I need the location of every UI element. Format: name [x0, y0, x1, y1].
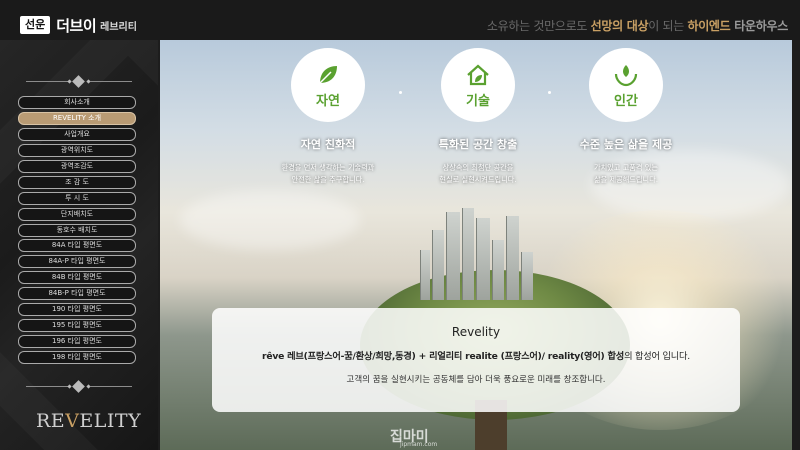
- sidebar-item-10[interactable]: 84A 타입 평면도: [18, 239, 136, 253]
- info-definition: rêve 레브(프랑스어-꿈/환상/희망,동경) + 리얼리티 realite …: [261, 351, 690, 362]
- sidebar: 회사소개 REVELITY 소개사업개요광역위치도광역조감도조 감 도투 시 도단…: [0, 40, 158, 450]
- slogan-text-2: 이 되는: [648, 19, 688, 33]
- sidebar-item-7[interactable]: 투 시 도: [18, 191, 136, 205]
- slogan-highlight-3: 타운하우스: [734, 19, 788, 33]
- feature-description: 가치있고 고품격 있는 삶을 제공해드립니다.: [593, 163, 659, 184]
- feature-circle-label: 기술: [466, 93, 490, 109]
- feature-circle: 자연: [291, 48, 365, 122]
- sidebar-menu: 회사소개 REVELITY 소개사업개요광역위치도광역조감도조 감 도투 시 도단…: [18, 96, 136, 367]
- revelity-logo: REVELITY: [36, 410, 142, 432]
- brand-subtitle: 레브리티: [100, 21, 137, 33]
- revelity-info-box: Revelity rêve 레브(프랑스어-꿈/환상/희망,동경) + 리얼리티…: [212, 308, 740, 412]
- top-bar: 선운 더브이 레브리티 소유하는 것만으로도 선망의 대상이 되는 하이엔드 타…: [0, 0, 800, 40]
- sidebar-item-17[interactable]: 198 타입 평면도: [18, 351, 136, 364]
- sidebar-item-1[interactable]: 회사소개: [18, 96, 136, 109]
- main-content: 자연 자연 친화적 환경을 먼저 생각하는 기술력과 안전한 삶을 추구합니다. …: [160, 40, 792, 450]
- feature-title: 자연 친화적: [300, 138, 356, 151]
- sidebar-item-9[interactable]: 동호수 배치도: [18, 223, 136, 237]
- feature-technology: 기술 특화된 공간 창출 상상속의 최첨단 공간을 현실로 실현시켜드립니다.: [418, 48, 538, 186]
- sidebar-item-2[interactable]: REVELITY 소개: [18, 111, 136, 125]
- sidebar-item-15[interactable]: 195 타입 평면도: [18, 319, 136, 333]
- feature-title: 특화된 공간 창출: [438, 138, 518, 151]
- info-description: 고객의 꿈을 실현시키는 공동체를 담아 더욱 풍요로운 미래를 창조합니다.: [346, 375, 606, 385]
- feature-circle-label: 인간: [614, 93, 638, 109]
- hands-leaf-icon: [614, 64, 638, 86]
- sidebar-item-5[interactable]: 광역조감도: [18, 159, 136, 173]
- ornament-divider-bottom: [26, 380, 132, 393]
- feature-description: 환경을 먼저 생각하는 기술력과 안전한 삶을 추구합니다.: [281, 163, 375, 184]
- sidebar-item-14[interactable]: 190 타입 평면도: [18, 303, 136, 317]
- sidebar-item-16[interactable]: 196 타입 평면도: [18, 335, 136, 349]
- slogan-highlight-1: 선망의 대상: [590, 19, 649, 33]
- sidebar-item-3[interactable]: 사업개요: [18, 127, 136, 141]
- watermark: 집마미 jipmam.com: [390, 429, 438, 448]
- house-leaf-icon: [467, 64, 489, 85]
- sidebar-item-8[interactable]: 단지배치도: [18, 207, 136, 221]
- brand-name: 더브이: [56, 16, 97, 35]
- feature-circle-label: 자연: [316, 93, 340, 109]
- separator-dot: [399, 91, 402, 94]
- feature-circle: 기술: [441, 48, 515, 122]
- sidebar-item-13[interactable]: 84B-P 타입 평면도: [18, 287, 136, 301]
- brand-badge: 선운: [20, 16, 51, 34]
- feature-circle: 인간: [589, 48, 663, 122]
- info-title: Revelity: [451, 325, 501, 339]
- sidebar-item-6[interactable]: 조 감 도: [18, 175, 136, 189]
- feature-title: 수준 높은 삶을 제공: [579, 138, 673, 151]
- sidebar-item-11[interactable]: 84A-P 타입 평면도: [18, 255, 136, 269]
- sidebar-item-4[interactable]: 광역위치도: [18, 143, 136, 157]
- feature-human: 인간 수준 높은 삶을 제공 가치있고 고품격 있는 삶을 제공해드립니다.: [566, 48, 686, 186]
- header-slogan: 소유하는 것만으로도 선망의 대상이 되는 하이엔드 타운하우스: [487, 17, 788, 34]
- sidebar-item-12[interactable]: 84B 타입 평면도: [18, 271, 136, 285]
- feature-description: 상상속의 최첨단 공간을 현실로 실현시켜드립니다.: [439, 163, 517, 184]
- feature-nature: 자연 자연 친화적 환경을 먼저 생각하는 기술력과 안전한 삶을 추구합니다.: [268, 48, 388, 186]
- slogan-text-1: 소유하는 것만으로도: [486, 19, 591, 33]
- brand-logo[interactable]: 선운 더브이 레브리티: [20, 15, 137, 35]
- leaf-icon: [319, 65, 337, 84]
- slogan-highlight-2: 하이엔드: [687, 19, 735, 33]
- ornament-divider-top: [26, 75, 132, 88]
- separator-dot: [548, 91, 551, 94]
